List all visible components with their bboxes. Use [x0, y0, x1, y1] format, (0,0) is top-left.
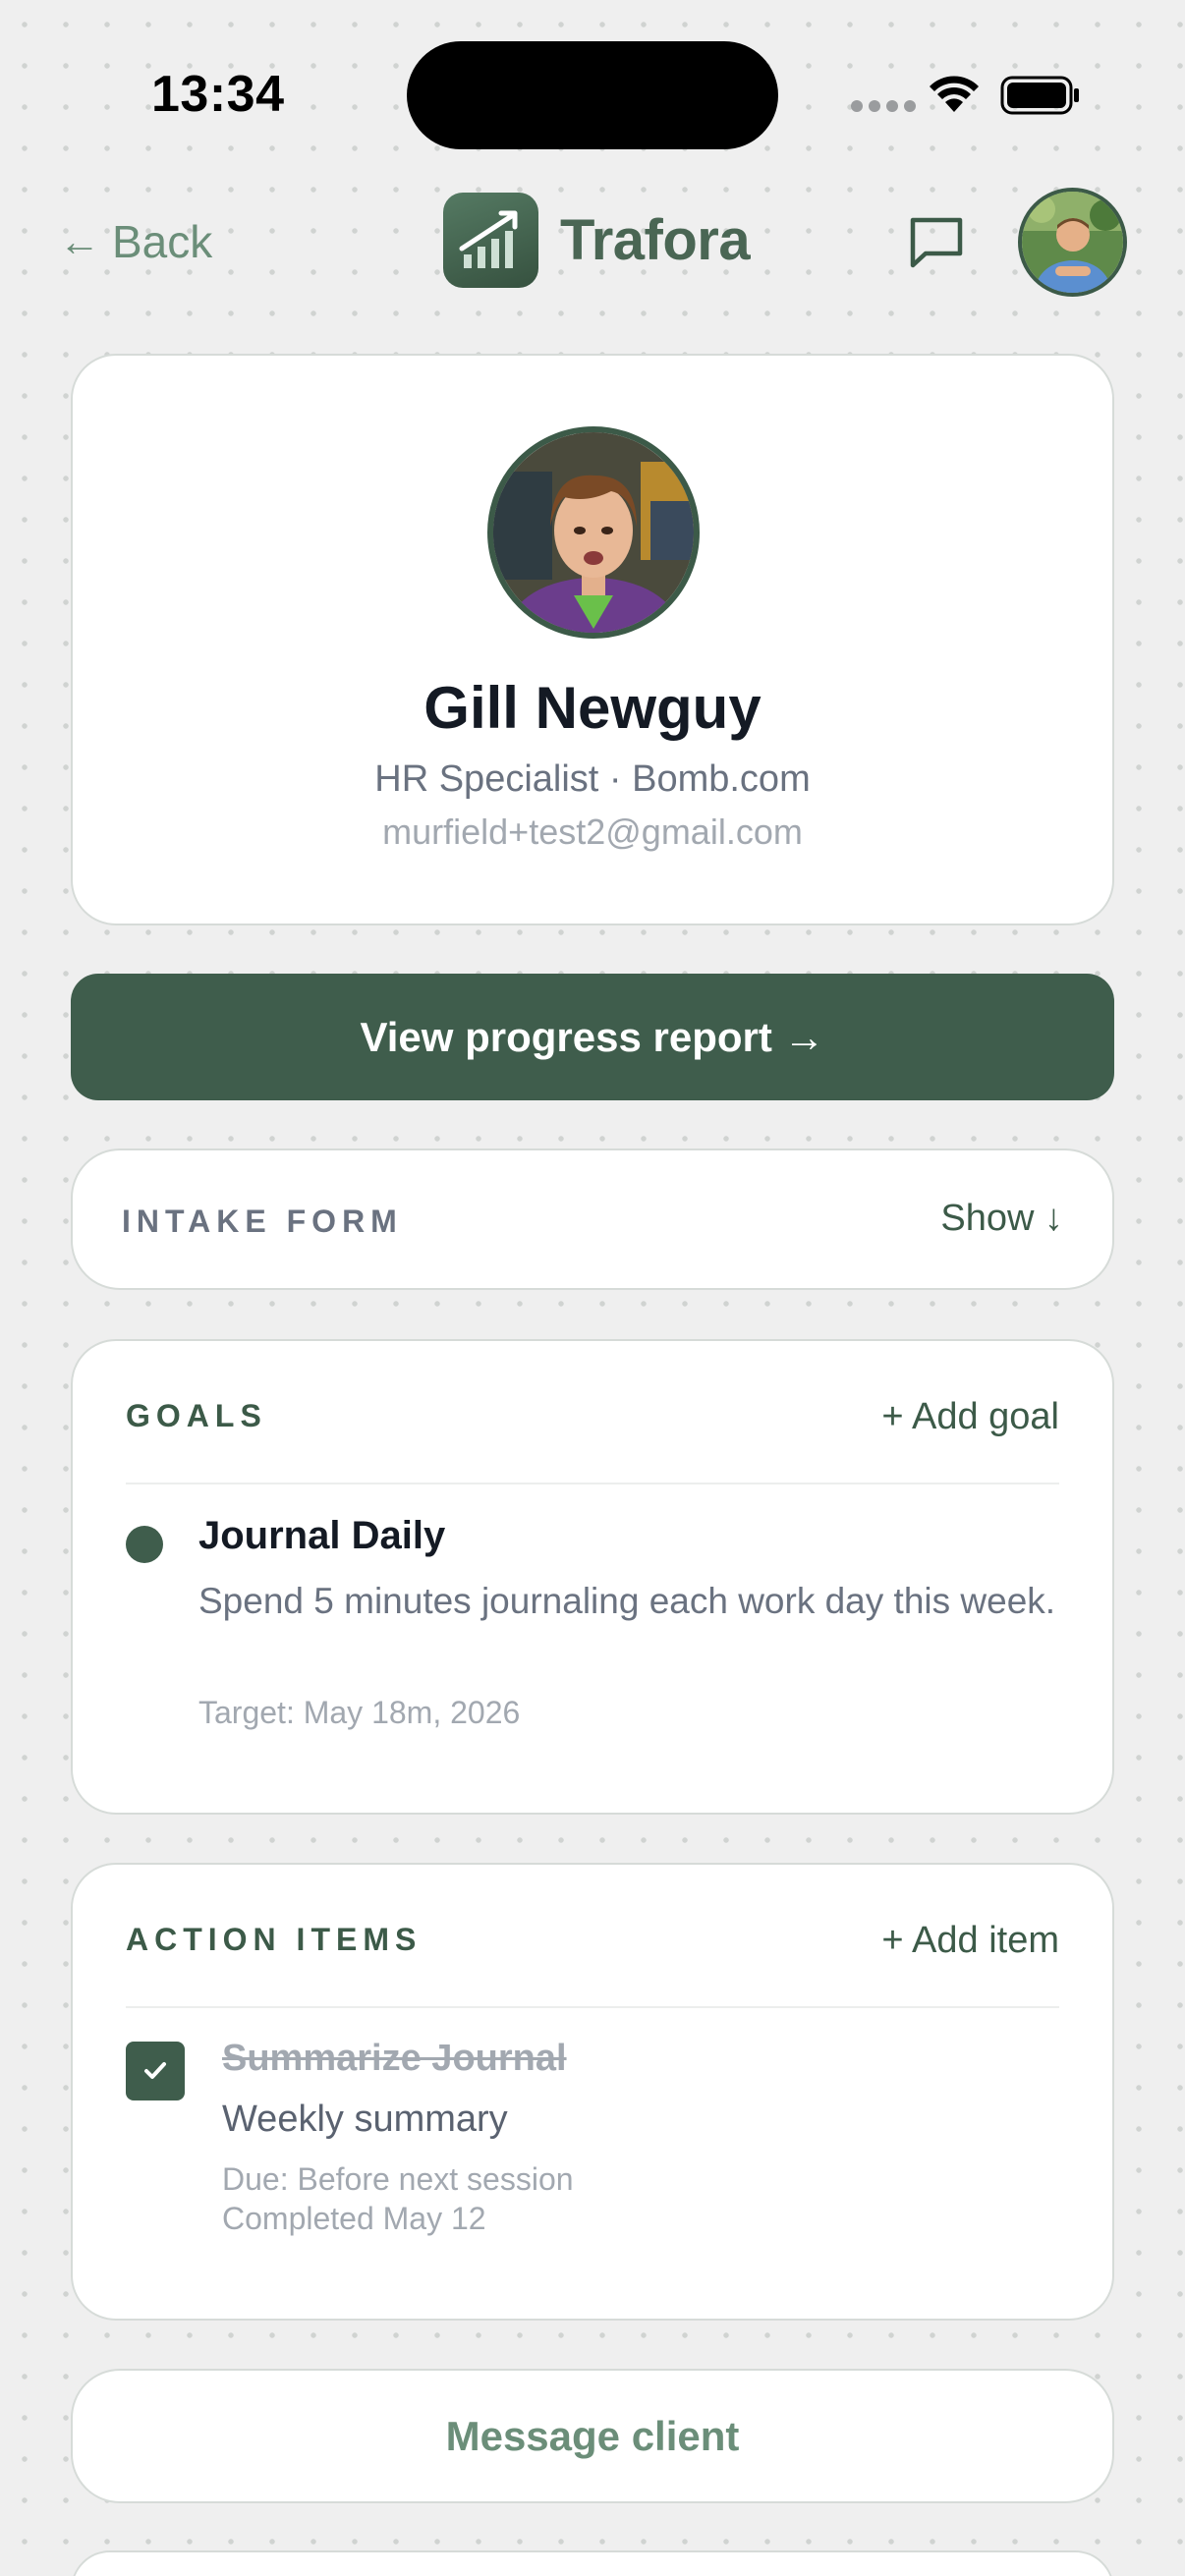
goals-card: GOALS + Add goal Journal Daily Spend 5 m… [71, 1339, 1114, 1815]
client-role-company: HR Specialist · Bomb.com [374, 758, 811, 800]
goal-status-dot [126, 1526, 163, 1563]
client-name: Gill Newguy [423, 675, 762, 741]
intake-form-label: INTAKE FORM [122, 1204, 403, 1239]
arrow-left-icon: ← [59, 218, 100, 264]
action-item-checkbox[interactable] [126, 2042, 185, 2100]
goal-description: Spend 5 minutes journaling each work day… [198, 1581, 1056, 1621]
goal-target-date: Target: May 18m, 2026 [198, 1695, 521, 1730]
cellular-signal-icon [851, 100, 916, 112]
status-bar: 13:34 [0, 0, 1185, 177]
dynamic-island [407, 41, 778, 149]
wifi-icon [930, 76, 979, 112]
action-items-label: ACTION ITEMS [126, 1922, 423, 1957]
client-avatar [487, 426, 700, 639]
back-label: Back [112, 216, 213, 267]
goals-divider [126, 1483, 1059, 1484]
trafora-logo-icon [443, 193, 538, 288]
action-item-description: Weekly summary [222, 2099, 508, 2140]
back-button[interactable]: ← Back [59, 212, 212, 271]
chat-bubble-icon[interactable] [904, 210, 969, 275]
checkmark-icon [144, 2062, 166, 2079]
status-time: 13:34 [151, 66, 285, 123]
client-email: murfield+test2@gmail.com [382, 812, 803, 852]
brand-logo[interactable]: Trafora [443, 193, 751, 288]
user-avatar[interactable] [1018, 188, 1127, 297]
action-items-divider [126, 2006, 1059, 2008]
brand-name: Trafora [560, 208, 751, 272]
profile-card: Gill Newguy HR Specialist · Bomb.com mur… [71, 354, 1114, 925]
action-items-card: ACTION ITEMS + Add item Summarize Journa… [71, 1863, 1114, 2321]
action-item-title: Summarize Journal [222, 2038, 567, 2079]
action-item-due: Due: Before next session [222, 2161, 574, 2197]
goals-label: GOALS [126, 1398, 267, 1433]
add-goal-button[interactable]: + Add goal [881, 1396, 1059, 1438]
action-item-completed: Completed May 12 [222, 2201, 486, 2236]
view-progress-report-button[interactable]: View progress report → [71, 974, 1114, 1100]
battery-icon [1000, 76, 1079, 115]
message-client-button[interactable]: Message client [71, 2369, 1114, 2503]
goal-title: Journal Daily [198, 1514, 446, 1557]
next-card-partial [71, 2550, 1114, 2576]
intake-form-card[interactable]: INTAKE FORM Show ↓ [71, 1148, 1114, 1290]
intake-form-toggle[interactable]: Show ↓ [940, 1198, 1063, 1240]
add-item-button[interactable]: + Add item [881, 1920, 1059, 1962]
